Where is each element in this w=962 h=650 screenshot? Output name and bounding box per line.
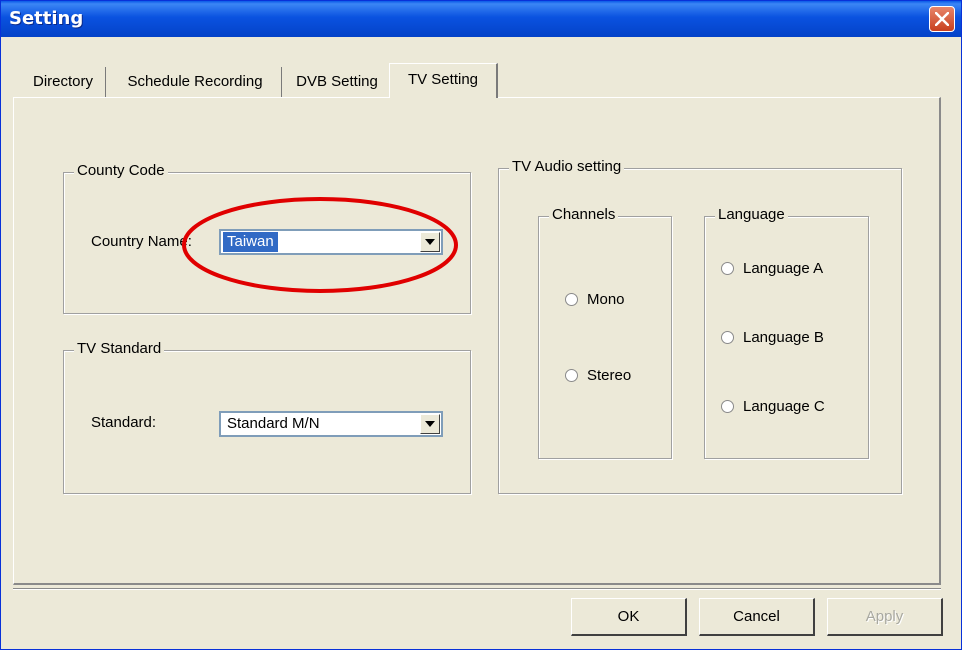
- channels-group: Channels: [538, 206, 672, 459]
- tv-standard-legend: TV Standard: [74, 340, 165, 357]
- radio-language-b-label: Language B: [743, 329, 824, 346]
- cancel-button[interactable]: Cancel: [699, 598, 815, 636]
- tv-audio-setting-legend: TV Audio setting: [509, 158, 625, 175]
- radio-circle[interactable]: [721, 262, 734, 275]
- country-name-value: Taiwan: [223, 232, 278, 252]
- standard-label: Standard:: [91, 414, 157, 431]
- chevron-down-icon: [425, 239, 435, 245]
- tab-directory[interactable]: Directory: [21, 67, 106, 97]
- standard-dropdown[interactable]: Standard M/N: [219, 411, 443, 437]
- radio-stereo-label: Stereo: [587, 367, 632, 384]
- settings-window: Setting Directory Schedule Recording DVB…: [0, 0, 962, 650]
- tab-dvb-setting[interactable]: DVB Setting: [285, 67, 389, 97]
- window-title: Setting: [9, 8, 84, 29]
- standard-value: Standard M/N: [227, 415, 320, 432]
- title-bar[interactable]: Setting: [1, 1, 961, 37]
- channels-legend: Channels: [549, 206, 619, 223]
- close-icon: [935, 12, 949, 26]
- country-name-label: Country Name:: [91, 233, 192, 250]
- tab-tv-setting[interactable]: TV Setting: [389, 63, 498, 98]
- close-button[interactable]: [929, 6, 955, 32]
- standard-dropdown-button[interactable]: [420, 414, 440, 434]
- radio-circle[interactable]: [721, 331, 734, 344]
- radio-circle[interactable]: [721, 400, 734, 413]
- country-name-dropdown[interactable]: Taiwan: [219, 229, 443, 255]
- radio-language-c-label: Language C: [743, 398, 825, 415]
- footer-divider: [13, 588, 941, 590]
- ok-button[interactable]: OK: [571, 598, 687, 636]
- county-code-legend: County Code: [74, 162, 168, 179]
- language-legend: Language: [715, 206, 788, 223]
- radio-language-a-label: Language A: [743, 260, 824, 277]
- tab-schedule-recording[interactable]: Schedule Recording: [109, 67, 282, 97]
- chevron-down-icon: [425, 421, 435, 427]
- apply-button[interactable]: Apply: [827, 598, 943, 636]
- radio-circle[interactable]: [565, 293, 578, 306]
- radio-mono-label: Mono: [587, 291, 625, 308]
- radio-circle[interactable]: [565, 369, 578, 382]
- country-dropdown-button[interactable]: [420, 232, 440, 252]
